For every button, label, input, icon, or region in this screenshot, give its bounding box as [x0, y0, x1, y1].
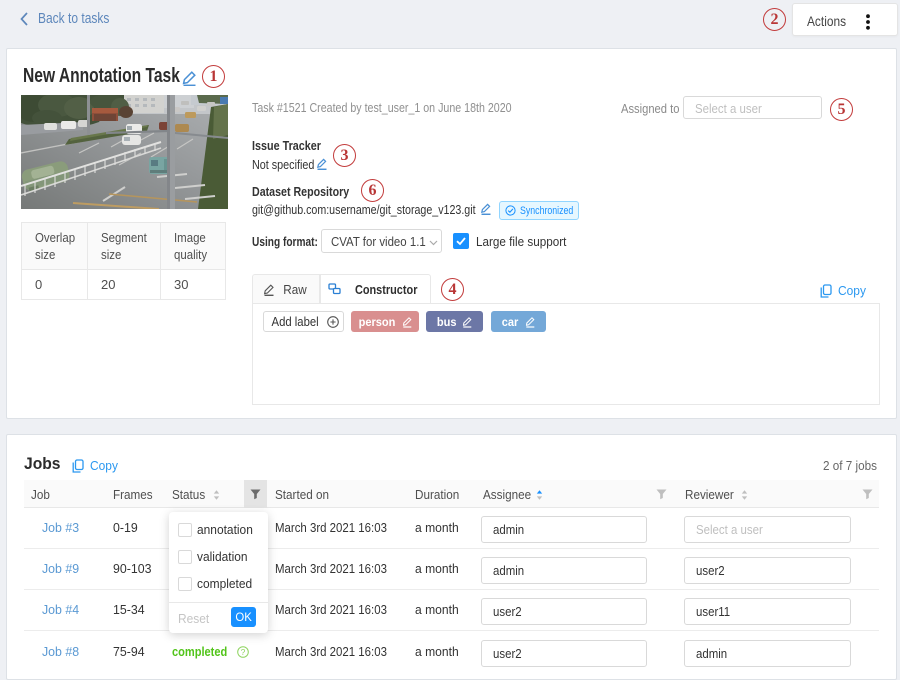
svg-text:?: ? — [241, 647, 246, 657]
